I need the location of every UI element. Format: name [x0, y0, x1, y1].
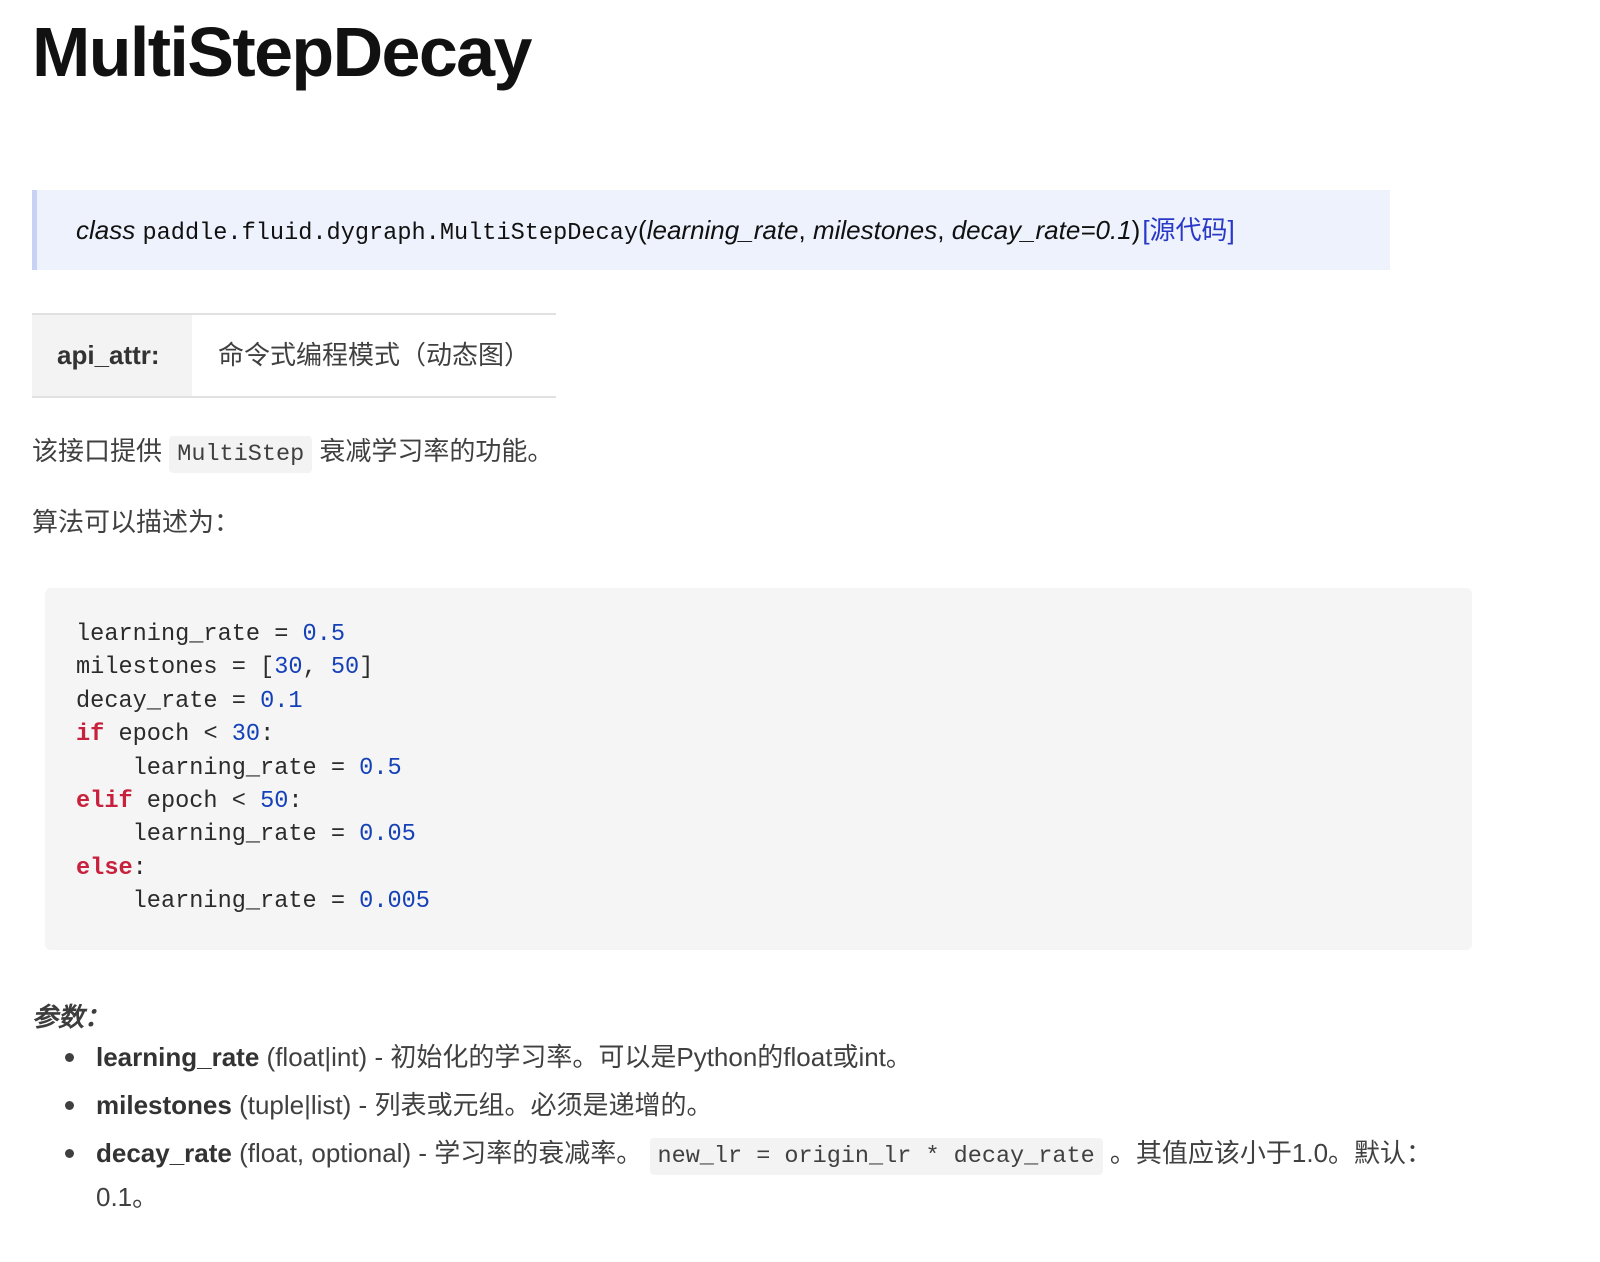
- source-code-link[interactable]: [源代码]: [1142, 215, 1234, 245]
- api-signature: class paddle.fluid.dygraph.MultiStepDeca…: [32, 190, 1390, 270]
- code-keyword: if: [76, 721, 105, 749]
- signature-separator: ,: [937, 215, 952, 245]
- code-text: learning_rate =: [76, 754, 360, 782]
- param-item-decay-rate: decay_rate (float, optional) - 学习率的衰减率。 …: [65, 1133, 1460, 1218]
- bullet: [65, 1101, 74, 1110]
- params-heading: 参数：: [32, 1002, 111, 1032]
- intro-text-before: 该接口提供: [32, 436, 163, 466]
- api-attr-label: api_attr:: [32, 315, 192, 396]
- algorithm-label: 算法可以描述为：: [32, 507, 241, 537]
- param-type: (tuple|list): [239, 1090, 352, 1120]
- param-description: 列表或元组。必须是递增的。: [374, 1090, 713, 1120]
- signature-separator: ,: [798, 215, 813, 245]
- param-dash: -: [374, 1042, 384, 1072]
- signature-param-learning-rate: learning_rate: [646, 215, 799, 245]
- param-dash: -: [358, 1090, 368, 1120]
- intro-text-after: 衰减学习率的功能。: [319, 436, 554, 466]
- param-inline-code: new_lr = origin_lr * decay_rate: [649, 1138, 1103, 1175]
- code-text: learning_rate =: [76, 621, 303, 648]
- param-description: 初始化的学习率。可以是Python的float或int。: [390, 1042, 912, 1072]
- code-text: ]: [359, 654, 374, 682]
- code-line: milestones = [30, 50]: [76, 651, 1441, 684]
- code-line: learning_rate = 0.5: [76, 618, 1441, 651]
- code-text: decay_rate =: [76, 687, 261, 715]
- param-type: (float, optional): [239, 1138, 412, 1168]
- signature-param-decay-rate: decay_rate=0.1: [951, 215, 1132, 245]
- intro-paragraph: 该接口提供 MultiStep 衰减学习率的功能。: [32, 428, 553, 478]
- param-dash: -: [418, 1138, 428, 1168]
- signature-param-milestones: milestones: [812, 215, 938, 245]
- api-attr-table: api_attr: 命令式编程模式（动态图）: [32, 313, 556, 398]
- code-line: elif epoch < 50:: [76, 785, 1441, 818]
- code-number: 0.1: [260, 687, 303, 715]
- intro-inline-code: MultiStep: [169, 436, 313, 473]
- code-number: 0.005: [359, 888, 430, 916]
- code-block: learning_rate = 0.5 milestones = [30, 50]…: [45, 588, 1472, 950]
- signature-open-paren: (: [638, 215, 647, 245]
- code-line: learning_rate = 0.5: [76, 752, 1441, 785]
- code-number: 50: [260, 787, 289, 815]
- code-line: decay_rate = 0.1: [76, 685, 1441, 718]
- api-attr-value: 命令式编程模式（动态图）: [218, 340, 531, 370]
- code-line: if epoch < 30:: [76, 718, 1441, 751]
- param-item-learning-rate: learning_rate (float|int) - 初始化的学习率。可以是P…: [65, 1037, 1460, 1078]
- code-line: learning_rate = 0.005: [76, 885, 1441, 918]
- code-text: :: [260, 721, 275, 749]
- code-number: 0.5: [302, 621, 346, 648]
- bullet: [65, 1053, 74, 1062]
- param-item-milestones: milestones (tuple|list) - 列表或元组。必须是递增的。: [65, 1085, 1460, 1126]
- param-name: learning_rate: [96, 1042, 260, 1072]
- code-number: 30: [231, 721, 261, 749]
- code-keyword: else: [76, 854, 133, 882]
- code-text: ,: [302, 654, 331, 682]
- code-line: else:: [76, 852, 1441, 885]
- param-name: milestones: [96, 1090, 232, 1120]
- code-text: epoch <: [104, 721, 232, 749]
- code-number: 30: [274, 654, 303, 682]
- code-text: :: [288, 787, 303, 815]
- param-description: 学习率的衰减率。: [434, 1138, 643, 1168]
- page-title: MultiStepDecay: [32, 13, 532, 91]
- code-text: :: [132, 854, 147, 882]
- param-type: (float|int): [266, 1042, 368, 1072]
- code-line: learning_rate = 0.05: [76, 818, 1441, 851]
- bullet: [65, 1149, 74, 1158]
- signature-qualified-name: paddle.fluid.dygraph.MultiStepDecay: [142, 220, 639, 247]
- code-text: milestones = [: [76, 654, 275, 682]
- code-text: epoch <: [132, 787, 261, 815]
- code-text: learning_rate =: [76, 821, 360, 849]
- code-number: 50: [330, 654, 360, 682]
- signature-close-paren: ): [1131, 215, 1141, 245]
- code-number: 0.05: [359, 821, 416, 849]
- params-list: learning_rate (float|int) - 初始化的学习率。可以是P…: [32, 1037, 1460, 1225]
- code-block-content: learning_rate = 0.5 milestones = [30, 50]…: [76, 618, 1441, 919]
- code-text: learning_rate =: [76, 888, 360, 916]
- param-name: decay_rate: [96, 1138, 232, 1168]
- code-number: 0.5: [359, 754, 402, 782]
- signature-class-keyword: class: [76, 215, 136, 245]
- code-keyword: elif: [76, 787, 133, 815]
